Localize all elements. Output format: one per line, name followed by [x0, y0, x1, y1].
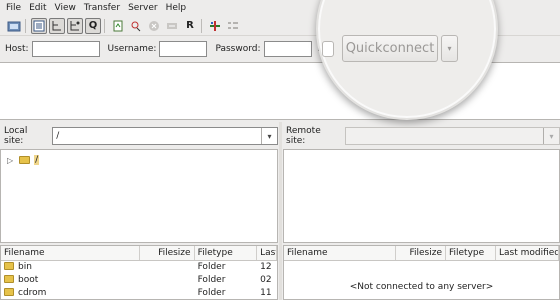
column-filesize[interactable]: Filesize — [140, 246, 195, 260]
table-row[interactable]: boot Folder 02 — [1, 274, 277, 287]
remote-directory-tree[interactable] — [283, 149, 560, 243]
table-row[interactable]: cdrom Folder 11 — [1, 287, 277, 299]
quickconnect-history-dropdown[interactable]: ▾ — [441, 35, 458, 62]
column-last-modified[interactable]: Last modified — [496, 246, 559, 260]
remote-site-label: Remote site: — [286, 126, 321, 146]
username-input[interactable] — [159, 41, 208, 57]
cancel-icon — [146, 18, 162, 34]
username-label: Username: — [107, 44, 157, 54]
password-input[interactable] — [263, 41, 312, 57]
process-queue-icon[interactable] — [128, 18, 144, 34]
folder-icon — [19, 156, 31, 164]
disconnect-icon — [164, 18, 180, 34]
menu-edit[interactable]: Edit — [29, 3, 46, 13]
local-site-label: Local site: — [4, 126, 28, 146]
local-file-list-header: Filename Filesize Filetype Last — [1, 246, 277, 261]
folder-icon — [4, 262, 14, 270]
toggle-queue-icon[interactable]: Q — [85, 17, 101, 34]
file-type: Folder — [197, 262, 226, 272]
file-name-cell: cdrom — [1, 287, 140, 299]
chevron-down-icon: ▾ — [543, 128, 559, 144]
expand-arrow-icon[interactable]: ▷ — [7, 156, 13, 165]
menu-file[interactable]: File — [6, 3, 21, 13]
local-site-combo[interactable]: / ▾ — [52, 127, 278, 145]
file-size — [140, 274, 195, 287]
compare-icon[interactable] — [207, 18, 223, 34]
site-manager-icon[interactable] — [6, 18, 22, 34]
file-name-cell: bin — [1, 261, 140, 274]
file-name-cell: boot — [1, 274, 140, 287]
toggle-local-tree-icon[interactable] — [49, 17, 65, 34]
host-input[interactable] — [31, 41, 100, 57]
empty-message: <Not connected to any server> — [349, 282, 494, 292]
toggle-remote-tree-icon[interactable] — [67, 17, 83, 34]
toggle-log-icon[interactable] — [31, 17, 47, 34]
port-input[interactable] — [322, 41, 334, 57]
reconnect-icon[interactable]: R — [182, 18, 198, 34]
menu-transfer[interactable]: Transfer — [84, 3, 120, 13]
host-label: Host: — [5, 44, 29, 54]
chevron-down-icon[interactable]: ▾ — [261, 128, 277, 144]
column-filename[interactable]: Filename — [1, 246, 140, 260]
local-site-path[interactable]: / — [53, 131, 261, 141]
file-modified: 12 — [260, 262, 272, 272]
folder-icon — [4, 275, 14, 283]
file-modified: 11 — [260, 288, 272, 298]
column-filesize[interactable]: Filesize — [396, 246, 446, 260]
column-filename[interactable]: Filename — [284, 246, 396, 260]
menu-help[interactable]: Help — [166, 3, 187, 13]
column-filetype[interactable]: Filetype — [446, 246, 496, 260]
file-size — [140, 287, 195, 299]
tree-node-root[interactable]: ▷ / — [7, 155, 277, 165]
menu-server[interactable]: Server — [128, 3, 158, 13]
toolbar-separator — [25, 18, 26, 33]
toolbar-separator — [104, 18, 105, 33]
remote-site-bar: Remote site: ▾ — [282, 124, 560, 148]
local-directory-tree[interactable]: ▷ / — [0, 149, 278, 243]
pane-splitter[interactable] — [279, 122, 282, 300]
password-label: Password: — [215, 44, 261, 54]
filter-icon — [225, 18, 241, 34]
file-type: Folder — [197, 275, 226, 285]
table-row[interactable]: bin Folder 12 — [1, 261, 277, 274]
refresh-icon[interactable] — [110, 18, 126, 34]
remote-file-list[interactable]: Filename Filesize Filetype Last modified… — [283, 245, 560, 300]
remote-file-list-header: Filename Filesize Filetype Last modified — [284, 246, 559, 261]
local-site-bar: Local site: / ▾ — [0, 124, 278, 148]
toolbar-separator — [201, 18, 202, 33]
column-last-modified[interactable]: Last — [257, 246, 277, 260]
file-size — [140, 261, 195, 274]
local-file-list[interactable]: Filename Filesize Filetype Last bin Fold… — [0, 245, 278, 300]
file-modified: 02 — [260, 275, 272, 285]
file-type: Folder — [197, 288, 226, 298]
file-name: boot — [18, 275, 39, 285]
remote-site-combo: ▾ — [345, 127, 560, 145]
file-name: cdrom — [18, 288, 47, 298]
folder-icon — [4, 288, 14, 296]
menu-view[interactable]: View — [55, 3, 76, 13]
tree-node-label: / — [34, 155, 40, 165]
file-name: bin — [18, 262, 32, 272]
quickconnect-button[interactable]: Quickconnect — [342, 35, 438, 62]
column-filetype[interactable]: Filetype — [195, 246, 258, 260]
